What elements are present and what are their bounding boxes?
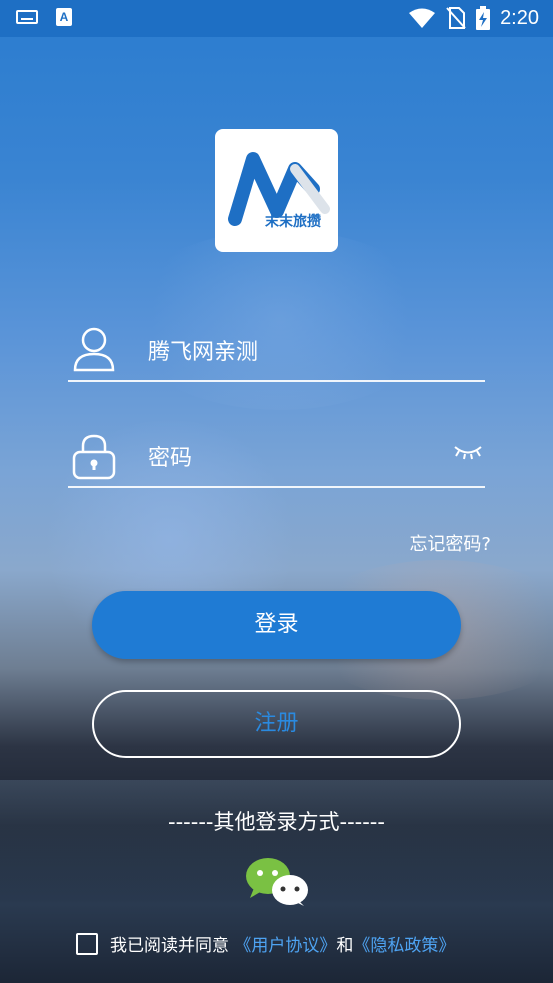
username-input[interactable]: 腾飞网亲测 [148, 334, 258, 366]
forgot-password-link[interactable]: 忘记密码? [409, 530, 491, 556]
background-glow [120, 230, 440, 410]
agreement-and: 和 [336, 936, 354, 956]
wechat-icon[interactable] [244, 856, 310, 908]
agreement-row: 我已阅读并同意 《用户协议》和《隐私政策》 [76, 931, 455, 956]
lock-icon [72, 434, 116, 480]
app-logo: 末末旅攒 [215, 129, 338, 252]
privacy-policy-link[interactable]: 《隐私政策》 [353, 936, 455, 956]
wifi-icon [409, 8, 436, 28]
other-login-label: ------其他登录方式------ [168, 810, 385, 834]
logo-mark [228, 152, 330, 226]
user-agreement-link[interactable]: 《用户协议》 [234, 936, 336, 956]
status-bar: A 2:20 [0, 0, 553, 37]
username-field[interactable]: 腾飞网亲测 [68, 322, 485, 382]
battery-charging-icon [476, 6, 491, 30]
username-underline [68, 380, 485, 382]
a-letter-icon: A [56, 8, 72, 26]
agreement-prefix: 我已阅读并同意 [110, 936, 229, 956]
no-sim-icon [446, 7, 466, 29]
password-underline [68, 486, 485, 488]
login-screen: A 2:20 末末旅攒 腾飞网亲测 密码 忘记密码? 登录 注册 ------其… [0, 0, 553, 983]
user-icon [73, 327, 115, 372]
register-button[interactable]: 注册 [92, 690, 461, 758]
eye-closed-icon[interactable] [453, 444, 483, 460]
password-input[interactable]: 密码 [148, 440, 192, 472]
keyboard-icon [16, 10, 38, 24]
status-time: 2:20 [500, 6, 539, 29]
agreement-text: 我已阅读并同意 《用户协议》和《隐私政策》 [110, 931, 455, 956]
login-button[interactable]: 登录 [92, 591, 461, 659]
agreement-checkbox[interactable] [76, 932, 98, 955]
logo-text: 末末旅攒 [265, 214, 321, 230]
password-field[interactable]: 密码 [68, 428, 485, 488]
